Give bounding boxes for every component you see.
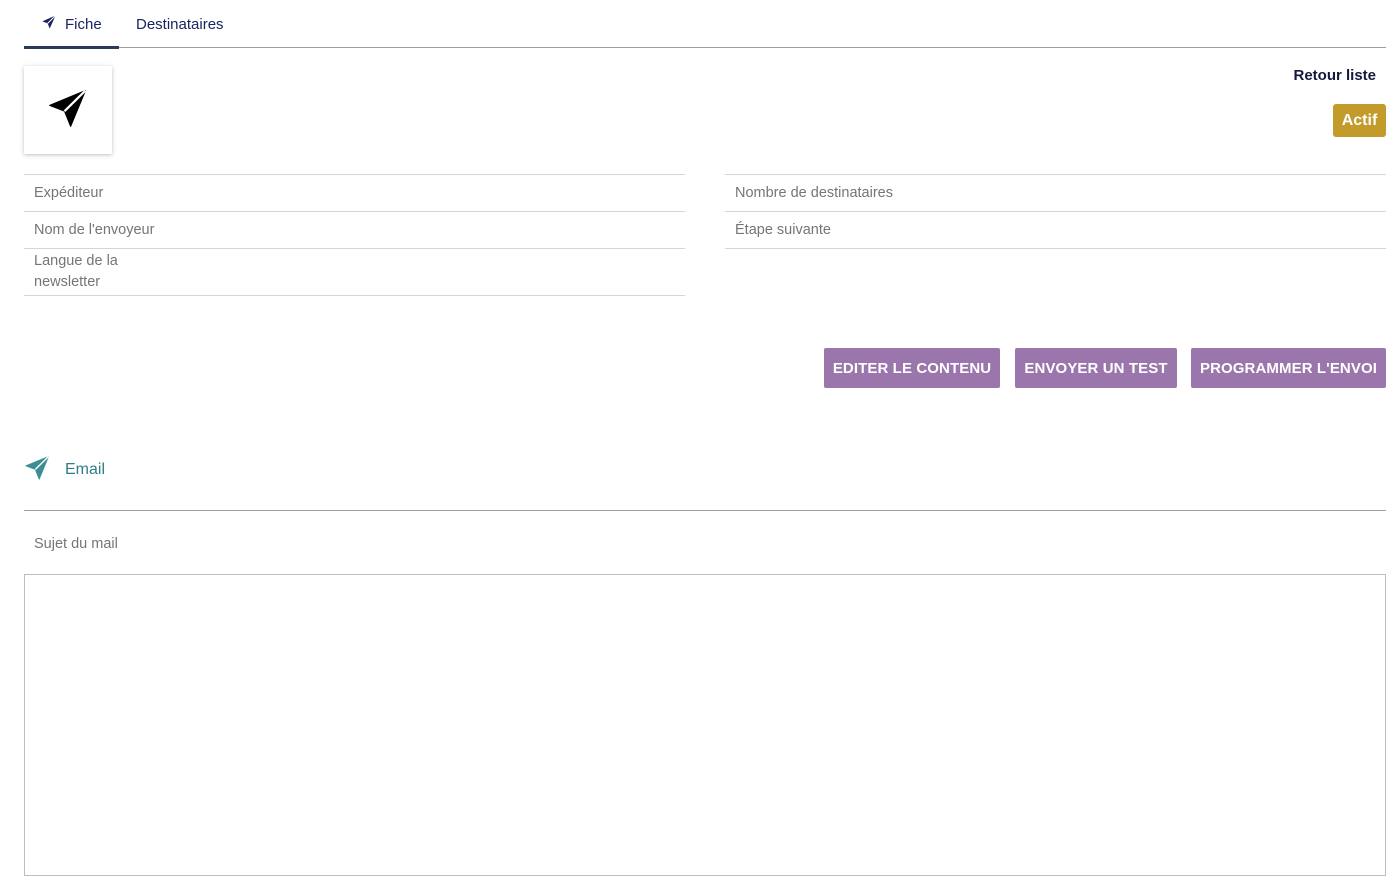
field-label: Langue de la newsletter <box>34 253 118 290</box>
email-section-header: Email <box>24 452 105 488</box>
tab-fiche-label: Fiche <box>65 15 102 33</box>
tab-destinataires-label: Destinataires <box>136 15 224 33</box>
paper-plane-icon <box>47 87 89 134</box>
divider <box>24 510 1386 511</box>
edit-content-button[interactable]: EDITER LE CONTENU <box>824 348 1000 388</box>
newsletter-logo <box>24 66 112 154</box>
email-section-title: Email <box>65 461 106 478</box>
recipient-fields: Nombre de destinataires Étape suivante <box>725 174 1386 249</box>
tab-destinataires[interactable]: Destinataires <box>136 0 224 48</box>
field-label: Nom de l'envoyeur <box>34 221 155 238</box>
email-content-preview[interactable] <box>24 574 1386 876</box>
tab-fiche[interactable]: Fiche <box>24 0 119 49</box>
field-row-next-step: Étape suivante <box>725 212 1386 249</box>
send-test-button[interactable]: ENVOYER UN TEST <box>1015 348 1177 388</box>
schedule-send-button[interactable]: PROGRAMMER L'ENVOI <box>1191 348 1386 388</box>
field-row-recipient-count: Nombre de destinataires <box>725 175 1386 212</box>
subject-label: Sujet du mail <box>34 536 118 552</box>
field-label: Expéditeur <box>34 184 104 201</box>
active-tab-indicator <box>24 46 119 49</box>
field-row-sender-name: Nom de l'envoyeur <box>24 212 685 249</box>
back-to-list-link[interactable]: Retour liste <box>1293 67 1376 84</box>
paper-plane-icon <box>41 14 65 34</box>
sender-fields: Expéditeur Nom de l'envoyeur Langue de l… <box>24 174 685 296</box>
tab-bar: Fiche Destinataires <box>24 0 1386 49</box>
field-row-language: Langue de la newsletter <box>24 249 685 296</box>
newsletter-page: Fiche Destinataires Retour liste Actif E… <box>0 0 1396 881</box>
field-row-sender: Expéditeur <box>24 175 685 212</box>
paper-plane-icon <box>24 454 51 486</box>
field-label: Étape suivante <box>735 222 831 238</box>
field-label: Nombre de destinataires <box>735 185 893 201</box>
status-badge: Actif <box>1333 104 1386 137</box>
